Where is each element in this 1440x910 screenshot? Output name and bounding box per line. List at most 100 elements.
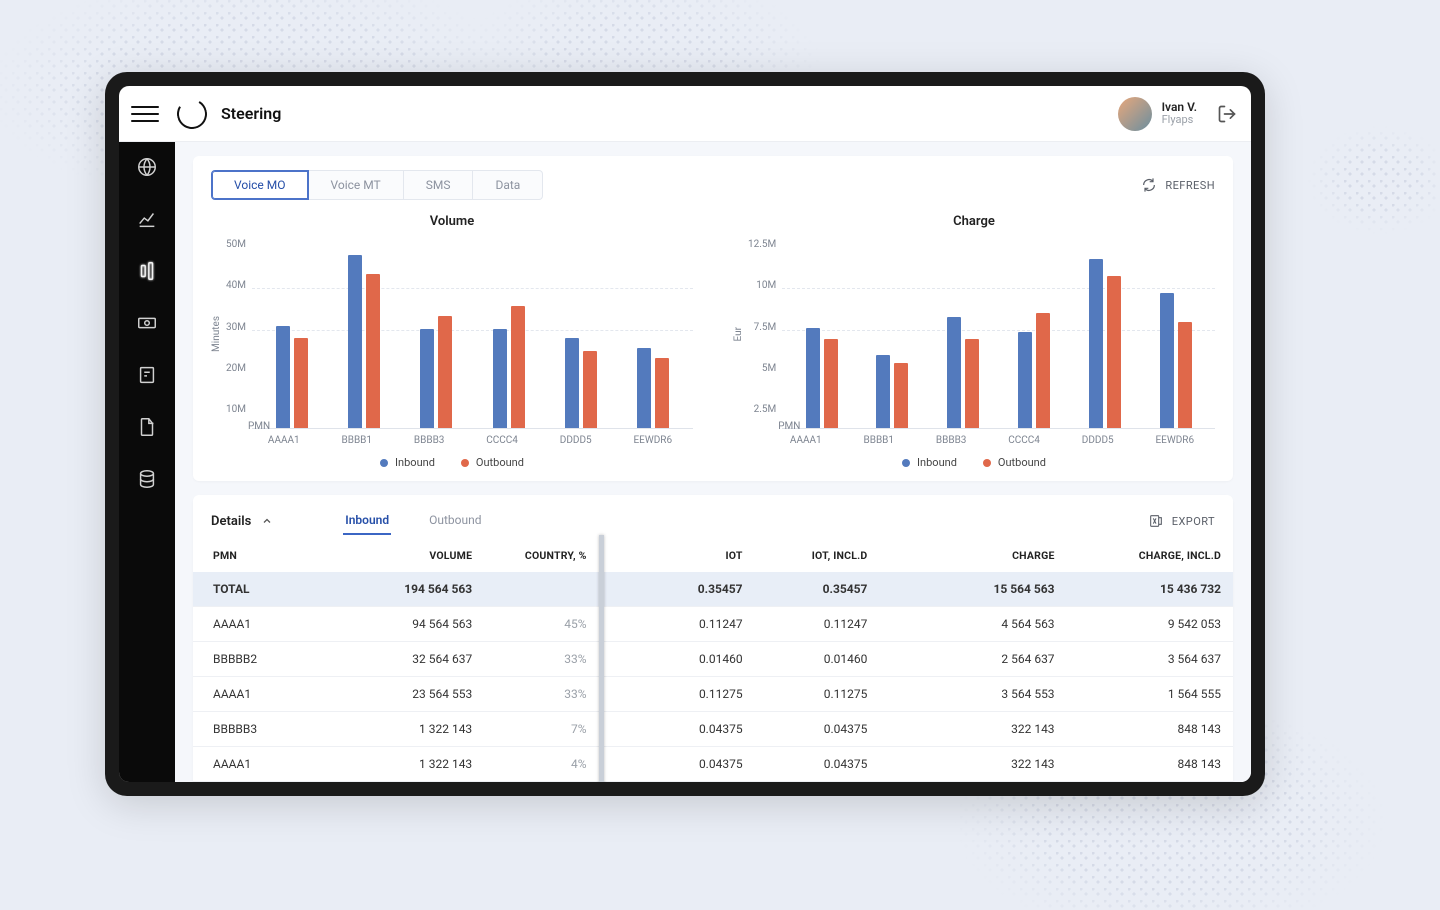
column-splitter[interactable] [599,535,604,782]
document-icon[interactable] [136,416,158,438]
menu-toggle[interactable] [131,100,159,128]
topbar: Steering Ivan V. Flyaps [119,86,1251,142]
x-axis-label: PMN [248,421,270,432]
y-axis-label: Eur [733,327,744,342]
bar-inbound [1160,293,1174,428]
bar-inbound [637,348,651,428]
device-frame: Steering Ivan V. Flyaps [105,72,1265,796]
col-charge: CHARGE [879,535,1066,572]
table-row[interactable]: AAAA123 564 55333%0.112750.112753 564 55… [193,677,1233,712]
bar-group[interactable] [420,316,452,428]
x-axis-label: PMN [778,421,800,432]
table-row-total[interactable]: TOTAL194 564 5630.354570.3545715 564 563… [193,572,1233,607]
steering-icon[interactable] [136,260,158,282]
app-screen: Steering Ivan V. Flyaps [119,86,1251,782]
tab-voice-mo[interactable]: Voice MO [211,170,309,200]
refresh-label: REFRESH [1165,179,1215,192]
details-tab-inbound[interactable]: Inbound [343,507,391,535]
bar-inbound [1089,259,1103,428]
sidebar [119,142,175,782]
bar-outbound [1178,322,1192,428]
bar-group[interactable] [806,328,838,428]
bar-group[interactable] [1160,293,1192,428]
x-labels: AAAA1BBBB1BBBB3CCCC4DDDD5EEWDR6 [211,435,693,446]
details-tab-outbound[interactable]: Outbound [427,507,483,535]
table-row[interactable]: AAAA11 322 1434%0.043750.04375322 143848… [193,747,1233,782]
bar-inbound [420,329,434,428]
details-label: Details [211,514,251,529]
bar-outbound [294,338,308,428]
bar-inbound [876,355,890,428]
bar-group[interactable] [493,306,525,428]
col-volume: VOLUME [339,535,485,572]
user-org: Flyaps [1162,114,1197,126]
details-table: PMN VOLUME COUNTRY, % IOT IOT, INCL.D CH… [193,535,1233,782]
user-info[interactable]: Ivan V. Flyaps [1118,97,1197,131]
logout-icon[interactable] [1217,104,1237,124]
bar-group[interactable] [637,348,669,428]
invoice-icon[interactable] [136,364,158,386]
database-icon[interactable] [136,468,158,490]
col-charge-incl: CHARGE, INCL.D [1067,535,1233,572]
bar-outbound [894,363,908,428]
table-row[interactable]: BBBBB11 322 1435%0.043750.04375322 14384… [193,782,1233,783]
plot-area: PMN [252,239,693,429]
bar-group[interactable] [1089,259,1121,428]
bar-inbound [348,255,362,428]
avatar [1118,97,1152,131]
money-icon[interactable] [136,312,158,334]
bar-inbound [493,329,507,428]
export-excel-icon [1148,513,1164,529]
y-axis-label: Minutes [211,316,222,352]
table-row[interactable]: AAAA194 564 56345%0.112470.112474 564 56… [193,607,1233,642]
bar-group[interactable] [876,355,908,428]
bar-group[interactable] [1018,313,1050,428]
segment-tabs: Voice MO Voice MT SMS Data [211,170,543,200]
tab-data[interactable]: Data [473,170,543,200]
details-tabs: Inbound Outbound [343,507,483,535]
page-title: Steering [221,104,281,123]
app-logo [174,95,210,131]
globe-icon[interactable] [136,156,158,178]
refresh-icon [1141,177,1157,193]
bar-outbound [438,316,452,428]
bar-group[interactable] [348,255,380,428]
export-button[interactable]: EXPORT [1148,513,1215,529]
details-card: Details Inbound Outbound EXPORT [193,495,1233,782]
legend-dot-inbound [902,459,910,467]
legend: InboundOutbound [211,456,693,469]
y-ticks: 50M40M30M20M10M [222,239,252,429]
tab-voice-mt[interactable]: Voice MT [309,170,404,200]
col-iot: IOT [599,535,755,572]
legend: InboundOutbound [733,456,1215,469]
col-country: COUNTRY, % [484,535,598,572]
bar-group[interactable] [565,338,597,428]
bar-outbound [366,274,380,428]
x-labels: AAAA1BBBB1BBBB3CCCC4DDDD5EEWDR6 [733,435,1215,446]
table-row[interactable]: BBBBB31 322 1437%0.043750.04375322 14384… [193,712,1233,747]
legend-dot-outbound [461,459,469,467]
bar-group[interactable] [947,317,979,428]
bar-inbound [276,326,290,428]
chevron-up-icon [261,515,273,527]
charts-card: Voice MO Voice MT SMS Data REFRESH Volum… [193,156,1233,481]
export-label: EXPORT [1172,515,1215,528]
bar-outbound [583,351,597,428]
bar-group[interactable] [276,326,308,428]
bar-inbound [565,338,579,428]
table-row[interactable]: BBBBB232 564 63733%0.014600.014602 564 6… [193,642,1233,677]
bar-outbound [655,358,669,428]
refresh-button[interactable]: REFRESH [1141,177,1215,193]
col-iot-incl: IOT, INCL.D [755,535,880,572]
bar-inbound [806,328,820,428]
chart-line-icon[interactable] [136,208,158,230]
bar-outbound [965,339,979,428]
chart-title: Charge [733,214,1215,229]
bar-inbound [1018,332,1032,428]
details-title[interactable]: Details [211,514,273,529]
bar-outbound [824,339,838,428]
legend-dot-inbound [380,459,388,467]
plot-area: PMN [782,239,1215,429]
y-ticks: 12.5M10M7.5M5M2.5M [744,239,782,429]
tab-sms[interactable]: SMS [404,170,474,200]
